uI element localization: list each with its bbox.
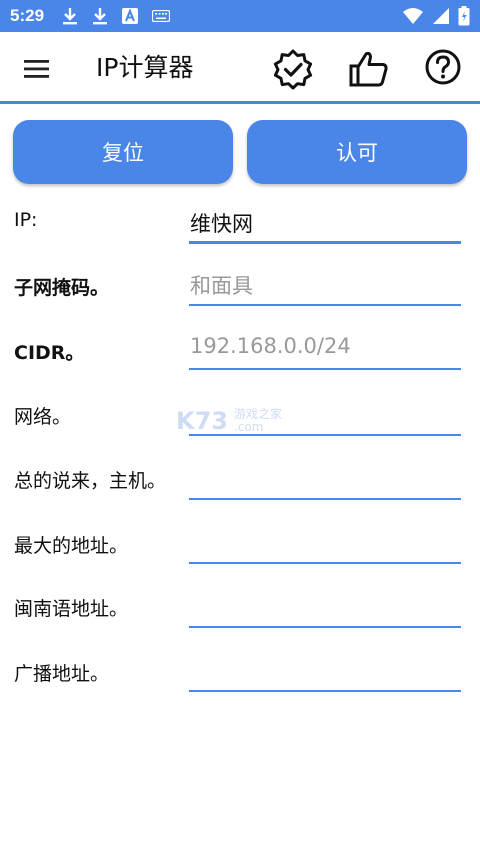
thumbs-up-icon[interactable] <box>348 48 390 94</box>
watermark-caption: 游戏之家 .com <box>234 406 283 434</box>
menu-icon[interactable] <box>22 54 52 84</box>
watermark-logo: K73 游戏之家 .com <box>176 407 282 435</box>
total-hosts-label: 总的说来，主机。 <box>14 470 167 492</box>
cidr-label: CIDR。 <box>14 342 85 364</box>
download-icon <box>92 7 108 25</box>
max-address-field[interactable] <box>189 528 461 564</box>
keyboard-icon <box>152 10 171 22</box>
subnet-mask-label: 子网掩码。 <box>14 277 110 299</box>
status-bar: 5:29 <box>0 0 480 32</box>
signal-icon <box>432 7 450 25</box>
verified-badge-icon[interactable] <box>272 48 314 94</box>
app-bar: IP计算器 <box>0 32 480 104</box>
max-address-label: 最大的地址。 <box>14 535 129 557</box>
ip-input[interactable]: 维快网 <box>189 208 461 244</box>
text-a-icon <box>122 8 139 24</box>
min-address-label: 闽南语地址。 <box>14 598 129 620</box>
watermark-logo-text: K73 <box>176 407 228 435</box>
broadcast-address-label: 广播地址。 <box>14 663 110 685</box>
cidr-input[interactable]: 192.168.0.0/24 <box>189 334 461 370</box>
help-circle-icon[interactable] <box>424 48 462 90</box>
wifi-icon <box>402 7 424 25</box>
network-label: 网络。 <box>14 406 72 428</box>
page-title: IP计算器 <box>96 53 194 82</box>
total-hosts-field[interactable] <box>189 464 461 500</box>
approve-button[interactable]: 认可 <box>247 120 467 184</box>
status-time: 5:29 <box>10 6 45 25</box>
broadcast-address-field[interactable] <box>189 656 461 692</box>
subnet-mask-input[interactable]: 和面具 <box>189 270 461 306</box>
ip-label: IP: <box>14 209 38 231</box>
battery-icon <box>458 6 470 26</box>
download-icon <box>62 7 78 25</box>
reset-button[interactable]: 复位 <box>13 120 233 184</box>
min-address-field[interactable] <box>189 592 461 628</box>
